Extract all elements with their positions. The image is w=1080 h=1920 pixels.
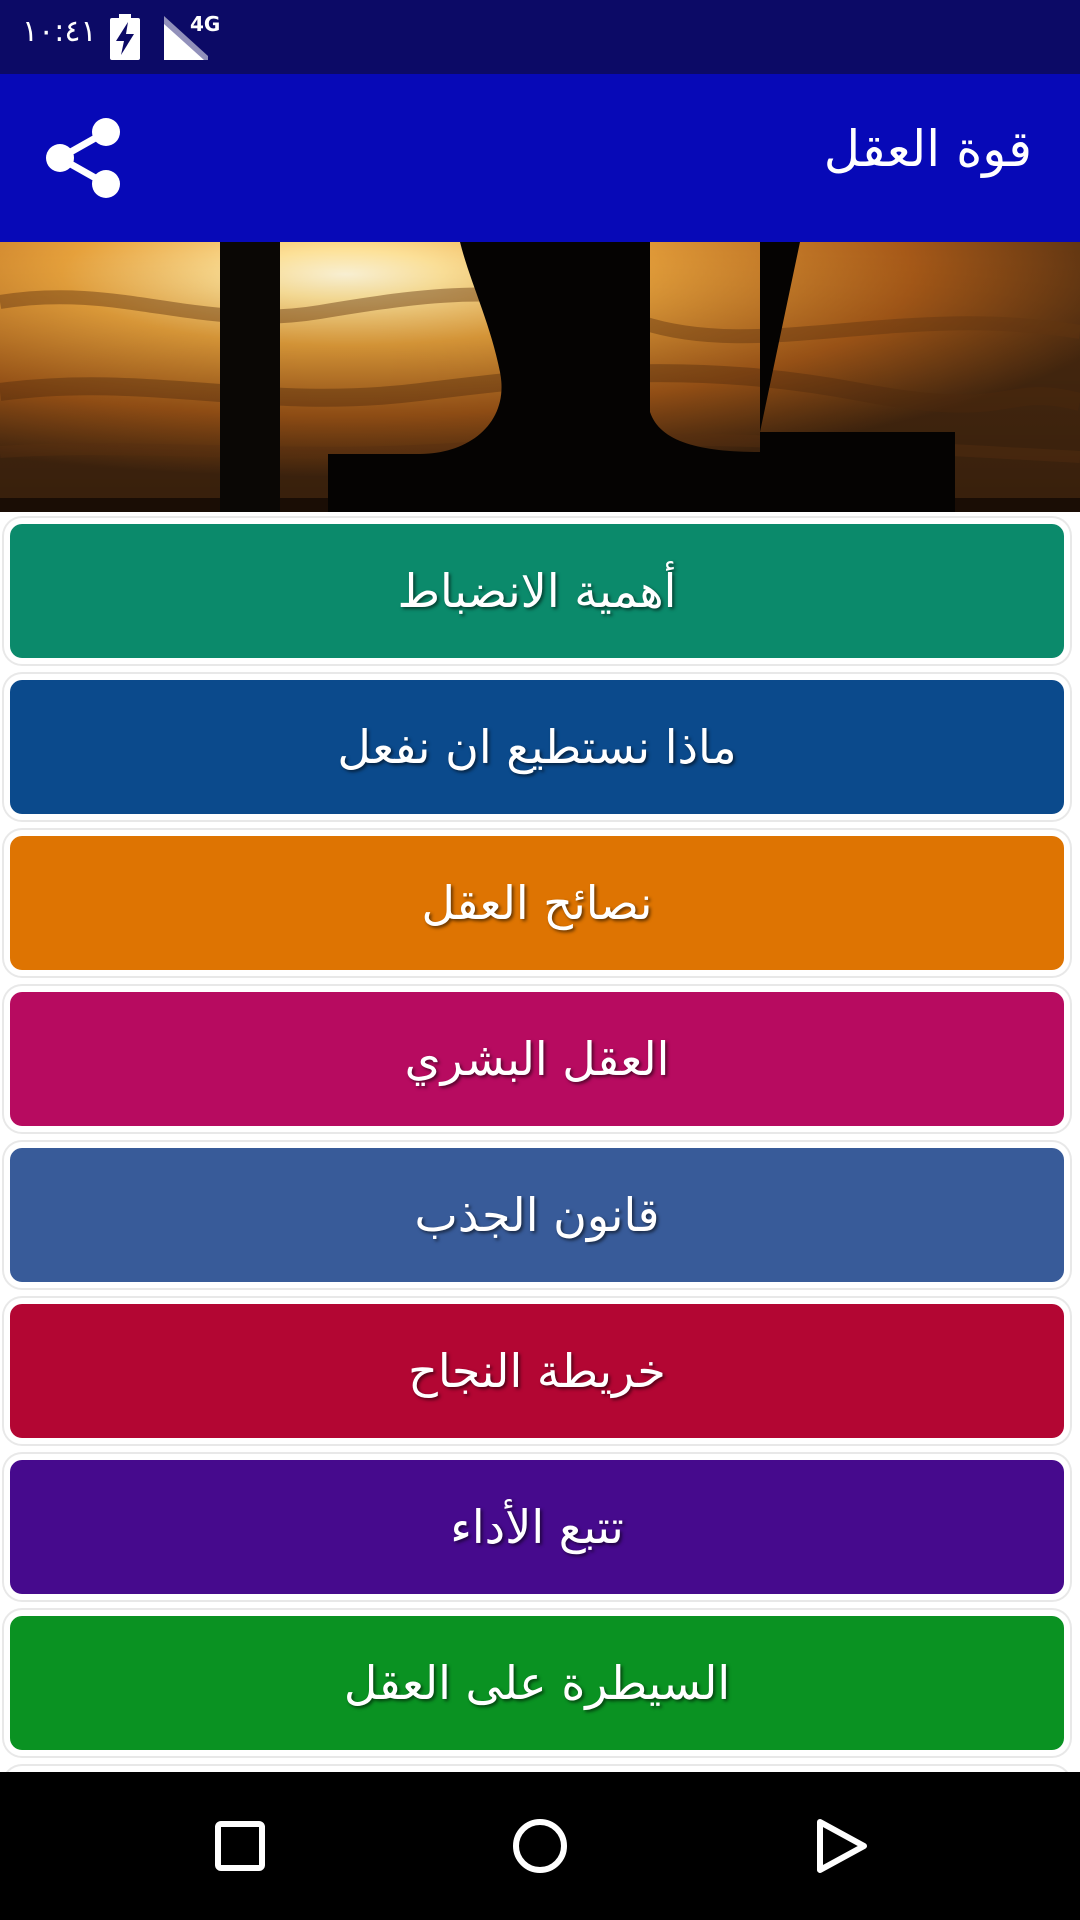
menu-item[interactable]: خريطة النجاح <box>4 1298 1070 1444</box>
menu-item[interactable]: نصائح العقل <box>4 830 1070 976</box>
menu-item[interactable]: السيطرة على العقل <box>4 1610 1070 1756</box>
menu-item-label: ماذا نستطيع ان نفعل <box>337 720 737 774</box>
menu-item[interactable]: ماذا نستطيع ان نفعل <box>4 674 1070 820</box>
battery-charging-icon <box>110 14 140 60</box>
menu-item[interactable]: أهمية الانضباط <box>4 518 1070 664</box>
app-bar: قوة العقل <box>0 74 1080 242</box>
status-bar: ١٠:٤١ 4G <box>0 0 1080 74</box>
menu-list: أهمية الانضباط ماذا نستطيع ان نفعل نصائح… <box>0 512 1080 1772</box>
menu-item-label: تتبع الأداء <box>450 1500 624 1554</box>
menu-item[interactable]: قانون الجذب <box>4 1142 1070 1288</box>
network-type-label: 4G <box>190 12 221 36</box>
menu-item-label: العقل البشري <box>404 1032 670 1086</box>
menu-item[interactable]: تتبع الأداء <box>4 1454 1070 1600</box>
back-triangle-icon[interactable] <box>810 1816 870 1876</box>
navigation-bar <box>0 1772 1080 1920</box>
menu-item-label: نصائح العقل <box>421 876 653 930</box>
banner-image <box>0 242 1080 512</box>
status-time: ١٠:٤١ <box>22 14 97 49</box>
share-icon[interactable] <box>40 114 128 202</box>
menu-item[interactable]: العقل البشري <box>4 986 1070 1132</box>
sunset-silhouette-image <box>0 242 1080 512</box>
recents-square-icon[interactable] <box>210 1816 270 1876</box>
app-title: قوة العقل <box>823 120 1032 178</box>
menu-item-label: خريطة النجاح <box>408 1344 666 1398</box>
menu-item-label: أهمية الانضباط <box>397 564 677 618</box>
home-circle-icon[interactable] <box>510 1816 570 1876</box>
menu-item-label: السيطرة على العقل <box>343 1656 731 1710</box>
menu-item-label: قانون الجذب <box>414 1188 660 1242</box>
